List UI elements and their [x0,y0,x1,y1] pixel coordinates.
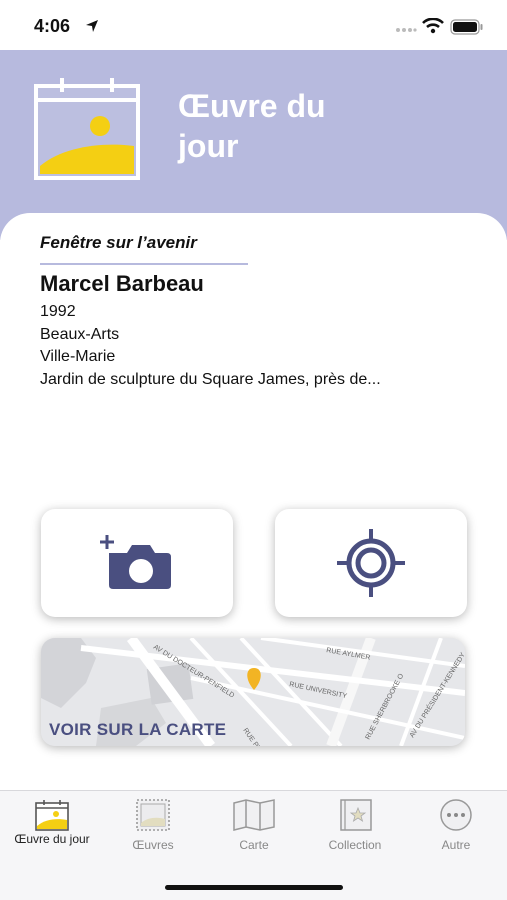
tab-label: Autre [441,838,471,852]
tab-label: Carte [239,838,269,852]
collection-icon [340,799,372,831]
take-photo-button[interactable] [41,509,233,617]
tab-oeuvres[interactable]: Œuvres [103,791,203,866]
map-icon [233,799,275,831]
calendar-icon [35,800,69,831]
artist-name: Marcel Barbeau [40,271,204,296]
location-arrow-icon [86,20,98,32]
artwork-borough: Ville-Marie [40,348,116,365]
artwork-icon [136,799,170,831]
tab-collection[interactable]: Collection [305,791,405,866]
camera-plus-icon [100,535,171,589]
home-indicator[interactable] [165,885,343,890]
artwork-title: Fenêtre sur l’avenir [40,233,197,252]
artwork-category: Beaux-Arts [40,326,120,343]
wifi-icon [422,18,444,34]
status-bar: 4:06 [0,0,507,50]
view-on-map-button[interactable]: AV DU DOCTEUR-PENFIELD RUE AYLMER RUE UN… [41,638,465,746]
battery-icon [450,19,483,35]
tab-label: Collection [328,838,382,852]
crosshair-icon [337,529,405,597]
hero-header: Œuvre du jour [0,50,507,240]
tab-bar: Œuvre du jour Œuvres Carte Collection Au… [0,790,507,900]
more-icon [440,799,472,831]
map-label: VOIR SUR LA CARTE [49,720,227,739]
tab-oeuvre-du-jour[interactable]: Œuvre du jour [2,791,102,866]
signal-icon [396,28,417,32]
tab-autre[interactable]: Autre [406,791,506,866]
tab-label: Œuvre du jour [14,832,90,846]
artwork-location: Jardin de sculpture du Square James, prè… [40,371,381,388]
artwork-card: Fenêtre sur l’avenir Marcel Barbeau 1992… [0,213,507,793]
locate-button[interactable] [275,509,467,617]
hero-title: Œuvre du jour [178,88,326,164]
artwork-year: 1992 [40,303,76,320]
tab-label: Œuvres [132,838,174,852]
tab-carte[interactable]: Carte [204,791,304,866]
title-divider [40,263,248,265]
status-time: 4:06 [34,16,71,36]
calendar-artwork-icon [34,78,140,180]
